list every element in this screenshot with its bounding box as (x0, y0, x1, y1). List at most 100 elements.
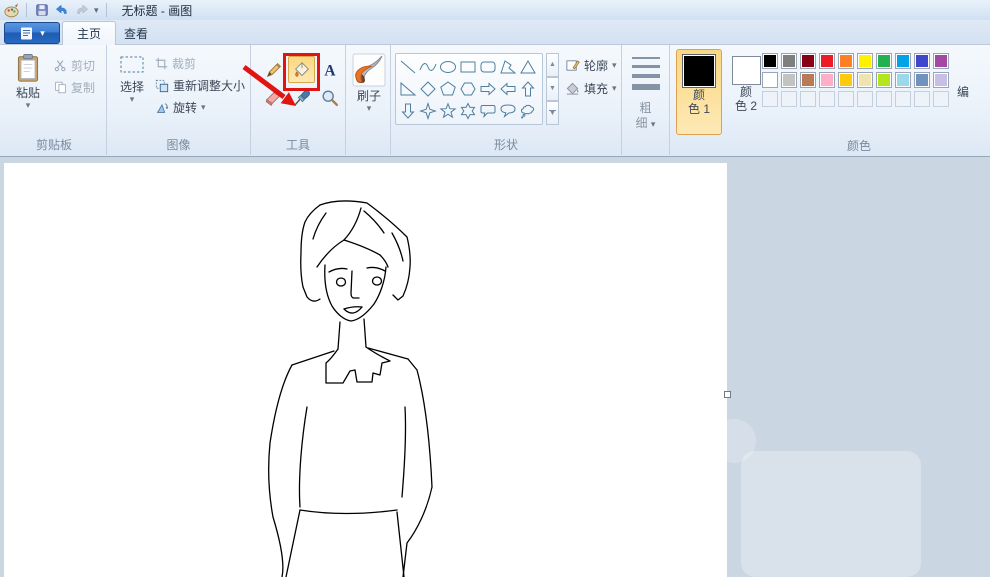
palette-swatch[interactable] (762, 72, 778, 88)
window-title: 无标题 - 画图 (122, 2, 193, 19)
shape-arrow-down[interactable] (398, 100, 418, 122)
palette-swatch-empty[interactable] (895, 91, 911, 107)
outline-button[interactable]: 轮廓 ▾ (565, 57, 617, 74)
rectangle-icon (459, 58, 477, 76)
palette-swatch[interactable] (781, 53, 797, 69)
edit-colors-partial-label[interactable]: 编 (957, 83, 969, 100)
save-button[interactable] (34, 2, 50, 18)
palette-swatch[interactable] (800, 72, 816, 88)
crop-button[interactable]: 裁剪 (155, 55, 196, 72)
palette-swatch[interactable] (819, 53, 835, 69)
palette-swatch-empty[interactable] (781, 91, 797, 107)
palette-swatch[interactable] (857, 72, 873, 88)
shapes-scroll-down-button[interactable]: ▼ (546, 77, 559, 101)
magnifier-icon (320, 88, 340, 108)
copy-button[interactable]: 复制 (54, 79, 95, 96)
palette-swatch-empty[interactable] (838, 91, 854, 107)
shape-callout-rounded[interactable] (478, 100, 498, 122)
paste-button[interactable]: 粘贴 ▾ (7, 51, 49, 141)
hexagon-icon (459, 80, 477, 98)
shape-arrow-up[interactable] (518, 78, 538, 100)
shape-hexagon[interactable] (458, 78, 478, 100)
text-icon: A (320, 60, 340, 80)
selection-rectangle-icon (119, 52, 145, 78)
palette-swatch[interactable] (933, 53, 949, 69)
palette-swatch-empty[interactable] (800, 91, 816, 107)
color1-label-line1: 颜 (688, 88, 710, 102)
select-button[interactable]: 选择 ▾ (112, 51, 152, 141)
line-size-icon[interactable] (632, 57, 660, 96)
shape-fill-label: 填充 (584, 80, 608, 97)
brushes-button[interactable]: 刷子 ▾ (350, 52, 388, 144)
palette-swatch[interactable] (876, 72, 892, 88)
shape-curve[interactable] (418, 56, 438, 78)
group-label-shapes: 形状 (391, 136, 621, 153)
shape-star-4[interactable] (418, 100, 438, 122)
drawing-canvas[interactable] (4, 163, 727, 577)
shape-rectangle[interactable] (458, 56, 478, 78)
shape-callout-oval[interactable] (498, 100, 518, 122)
canvas-resize-handle[interactable] (724, 391, 731, 398)
cut-button[interactable]: 剪切 (54, 57, 95, 74)
shape-triangle[interactable] (518, 56, 538, 78)
shape-fill-button[interactable]: 填充 ▾ (565, 80, 617, 97)
shapes-gallery (395, 53, 543, 125)
resize-button[interactable]: 重新调整大小 (155, 77, 245, 94)
palette-swatch[interactable] (914, 72, 930, 88)
shape-star-6[interactable] (458, 100, 478, 122)
rotate-button[interactable]: 旋转 ▾ (155, 99, 206, 116)
crop-icon (155, 57, 168, 70)
group-image: 选择 ▾ 裁剪 重新调整大小 旋转 ▾ 图像 (107, 45, 251, 155)
fill-bucket-icon (565, 81, 580, 96)
palette-swatch[interactable] (819, 72, 835, 88)
color1-swatch (682, 54, 716, 88)
shape-diamond[interactable] (418, 78, 438, 100)
text-tool-button[interactable]: A (316, 56, 343, 83)
palette-swatch[interactable] (895, 53, 911, 69)
shape-arrow-right[interactable] (478, 78, 498, 100)
palette-swatch-empty[interactable] (819, 91, 835, 107)
shape-polygon[interactable] (498, 56, 518, 78)
palette-swatch[interactable] (800, 53, 816, 69)
shape-pentagon[interactable] (438, 78, 458, 100)
shape-rounded-rectangle[interactable] (478, 56, 498, 78)
palette-swatch-empty[interactable] (876, 91, 892, 107)
shape-ellipse[interactable] (438, 56, 458, 78)
undo-button[interactable] (54, 2, 70, 18)
application-menu-button[interactable]: ▾ (4, 22, 60, 44)
chevron-down-icon: ▾ (651, 119, 656, 129)
color1-button[interactable]: 颜 色 1 (676, 49, 722, 135)
palette-swatch[interactable] (838, 53, 854, 69)
group-label-colors: 颜色 (762, 137, 956, 154)
shape-right-triangle[interactable] (398, 78, 418, 100)
palette-swatch[interactable] (857, 53, 873, 69)
palette-swatch[interactable] (838, 72, 854, 88)
toolbar-options-caret-icon[interactable]: ▾ (94, 5, 99, 16)
palette-swatch[interactable] (914, 53, 930, 69)
tab-home[interactable]: 主页 (62, 21, 116, 45)
shapes-more-button[interactable]: ▼ (546, 101, 559, 125)
redo-button[interactable] (74, 2, 90, 18)
palette-swatch-empty[interactable] (857, 91, 873, 107)
palette-swatch[interactable] (762, 53, 778, 69)
palette-swatch-empty[interactable] (914, 91, 930, 107)
palette-swatch[interactable] (781, 72, 797, 88)
shapes-scroll-up-button[interactable]: ▲ (546, 53, 559, 77)
color2-button[interactable]: 颜 色 2 (726, 49, 766, 135)
palette-swatch-empty[interactable] (762, 91, 778, 107)
size-button[interactable]: 粗 细 ▾ (622, 101, 669, 132)
shape-star-5[interactable] (438, 100, 458, 122)
palette-swatch-empty[interactable] (933, 91, 949, 107)
shape-line[interactable] (398, 56, 418, 78)
group-brushes: 刷子 ▾ 刷子 (346, 45, 391, 155)
svg-text:A: A (324, 62, 336, 79)
magnifier-tool-button[interactable] (316, 84, 343, 111)
palette-swatch[interactable] (876, 53, 892, 69)
star-5-icon (439, 102, 457, 120)
palette-swatch[interactable] (895, 72, 911, 88)
shape-arrow-left[interactable] (498, 78, 518, 100)
shape-callout-cloud[interactable] (518, 100, 538, 122)
tab-view[interactable]: 查看 (110, 21, 162, 45)
annotation-arrow (238, 59, 308, 115)
palette-swatch[interactable] (933, 72, 949, 88)
